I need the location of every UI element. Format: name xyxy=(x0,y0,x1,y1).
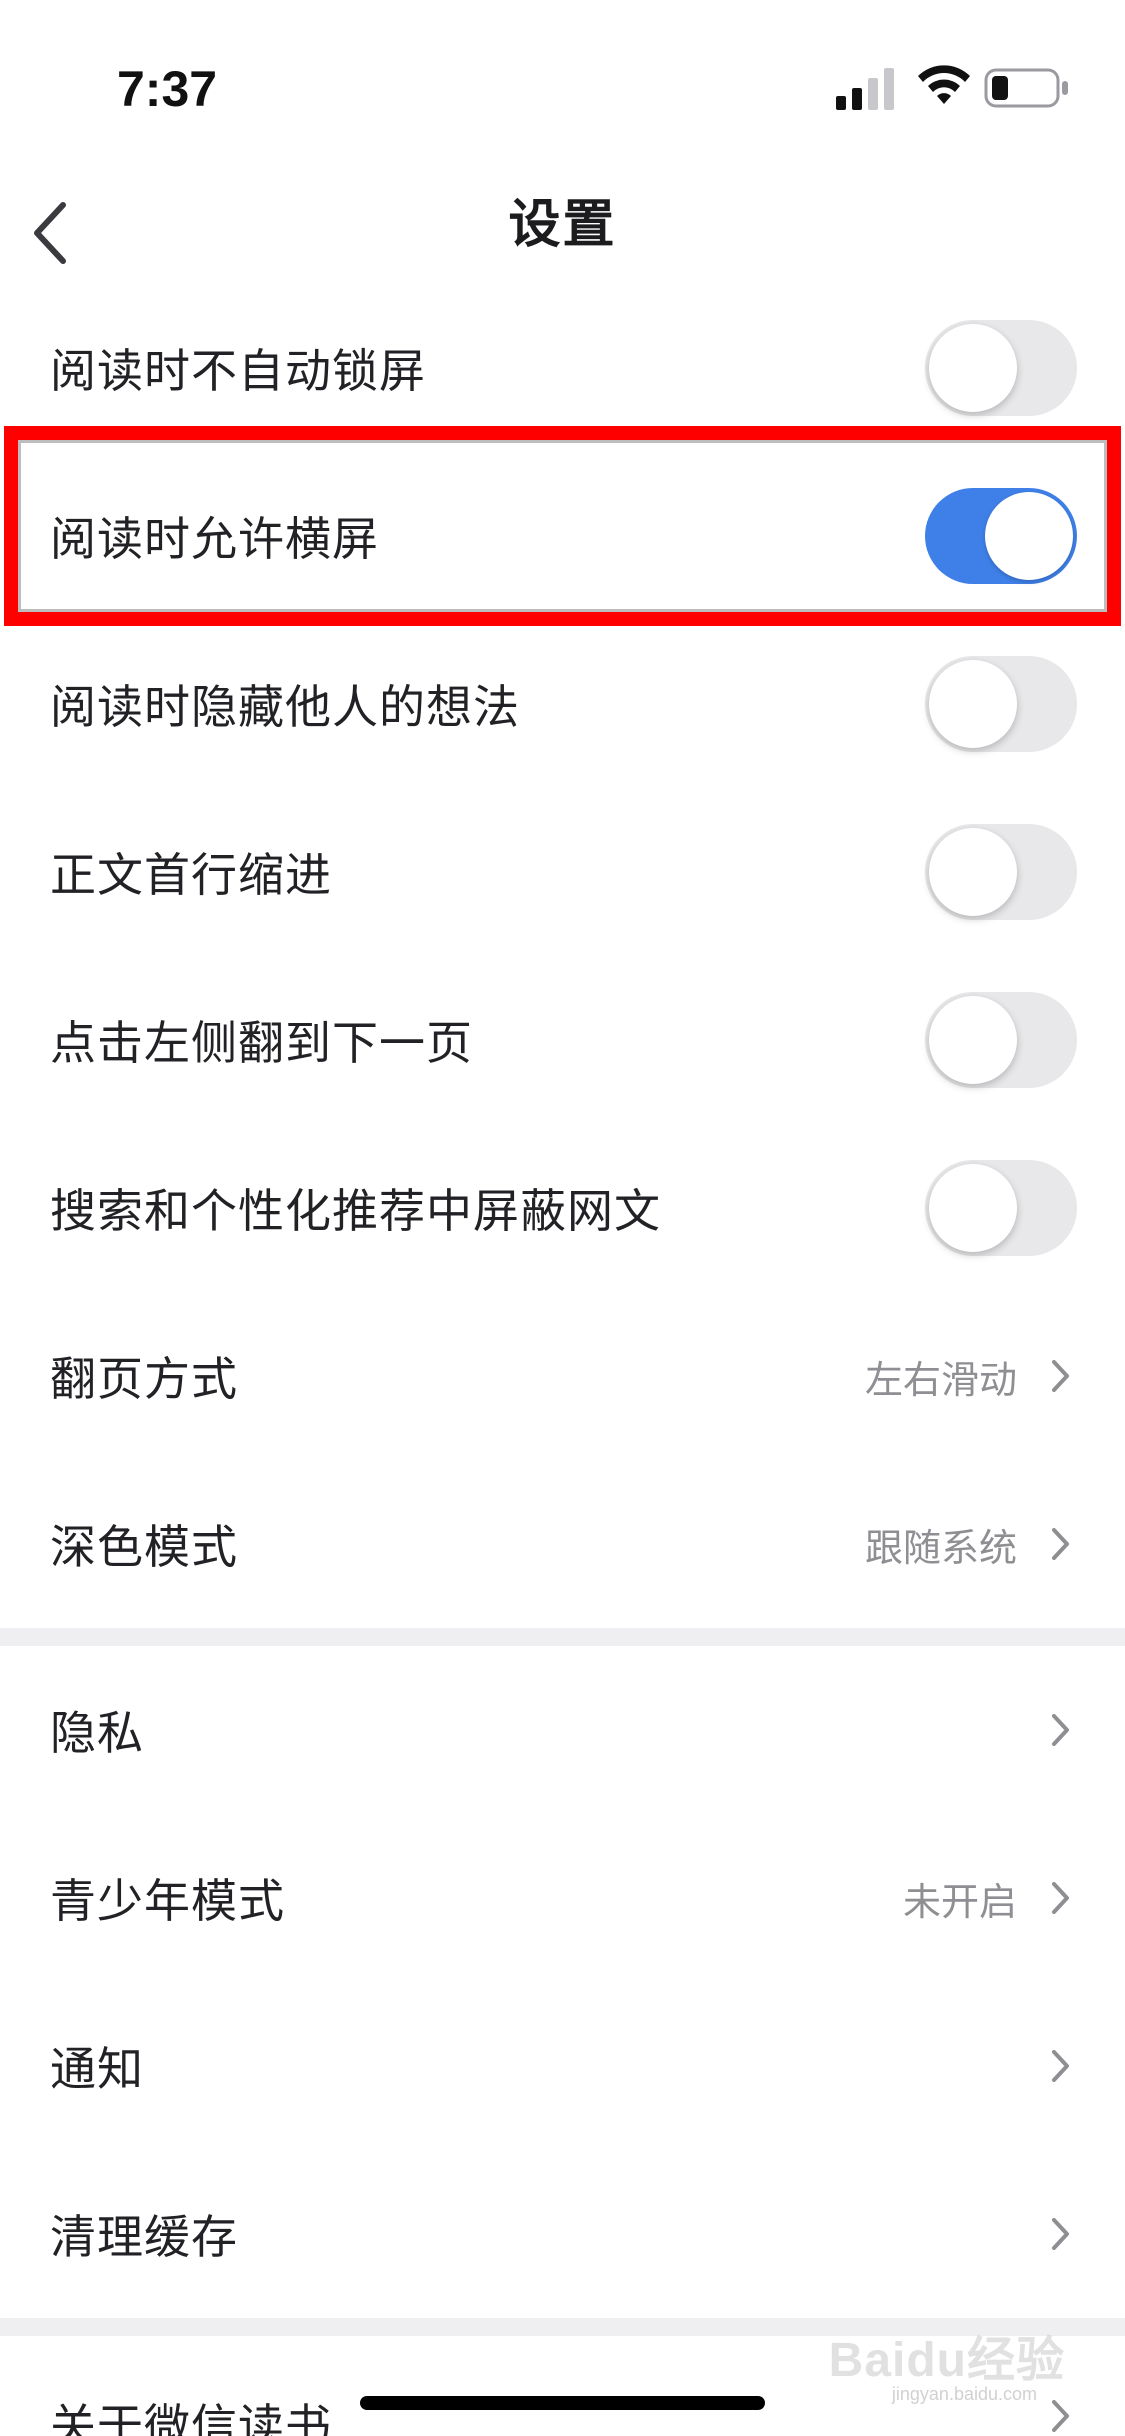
toggle-no-auto-lock[interactable] xyxy=(925,320,1077,416)
settings-section-general: 隐私 青少年模式 未开启 通知 清理缓存 xyxy=(0,1646,1125,2318)
chevron-right-icon xyxy=(1052,2400,1069,2432)
setting-row-privacy[interactable]: 隐私 xyxy=(0,1646,1125,1814)
setting-row-page-turn-mode[interactable]: 翻页方式 左右滑动 xyxy=(0,1292,1125,1460)
toggle-block-web-novels[interactable] xyxy=(925,1160,1077,1256)
chevron-right-icon xyxy=(1052,1882,1069,1914)
wifi-icon xyxy=(918,65,970,104)
setting-label: 点击左侧翻到下一页 xyxy=(50,1016,473,1070)
home-indicator[interactable] xyxy=(360,2396,765,2410)
chevron-right-icon xyxy=(1052,1714,1069,1746)
toggle-knob xyxy=(929,996,1017,1084)
setting-label: 深色模式 xyxy=(50,1520,238,1574)
section-divider xyxy=(0,1628,1125,1646)
setting-label: 阅读时不自动锁屏 xyxy=(50,344,426,398)
watermark-url: jingyan.baidu.com xyxy=(891,2384,1037,2404)
setting-label: 青少年模式 xyxy=(50,1874,285,1928)
status-time: 7:37 xyxy=(117,61,218,117)
toggle-knob xyxy=(929,1164,1017,1252)
setting-row-first-line-indent: 正文首行缩进 xyxy=(0,788,1125,956)
toggle-knob xyxy=(929,324,1017,412)
setting-value: 左右滑动 xyxy=(864,1357,1017,1402)
setting-row-dark-mode[interactable]: 深色模式 跟随系统 xyxy=(0,1460,1125,1628)
toggle-hide-thoughts[interactable] xyxy=(925,656,1077,752)
toggle-tap-left-next-page[interactable] xyxy=(925,992,1077,1088)
toggle-knob xyxy=(929,660,1017,748)
chevron-right-icon xyxy=(1052,1360,1069,1392)
setting-row-hide-thoughts: 阅读时隐藏他人的想法 xyxy=(0,620,1125,788)
chevron-right-icon xyxy=(1052,2050,1069,2082)
watermark: Baidu经验 xyxy=(828,2334,1065,2387)
chevron-right-icon xyxy=(1052,2218,1069,2250)
chevron-right-icon xyxy=(1052,1528,1069,1560)
toggle-knob xyxy=(929,828,1017,916)
setting-label: 搜索和个性化推荐中屏蔽网文 xyxy=(50,1184,661,1238)
setting-label: 阅读时隐藏他人的想法 xyxy=(50,680,520,734)
setting-row-teen-mode[interactable]: 青少年模式 未开启 xyxy=(0,1814,1125,1982)
setting-row-tap-left-next-page: 点击左侧翻到下一页 xyxy=(0,956,1125,1124)
setting-label: 关于微信读书 xyxy=(50,2399,332,2436)
battery-low-icon xyxy=(984,68,1068,108)
setting-label: 正文首行缩进 xyxy=(50,848,332,902)
setting-label: 翻页方式 xyxy=(50,1352,238,1406)
setting-label: 清理缓存 xyxy=(50,2210,238,2264)
setting-label: 通知 xyxy=(50,2042,144,2096)
status-bar: 7:37 xyxy=(0,0,1125,170)
setting-row-clear-cache[interactable]: 清理缓存 xyxy=(0,2150,1125,2318)
setting-value: 跟随系统 xyxy=(864,1525,1017,1570)
toggle-first-line-indent[interactable] xyxy=(925,824,1077,920)
highlight-annotation xyxy=(4,426,1121,626)
setting-value: 未开启 xyxy=(902,1879,1017,1924)
setting-row-block-web-novels: 搜索和个性化推荐中屏蔽网文 xyxy=(0,1124,1125,1292)
setting-row-notifications[interactable]: 通知 xyxy=(0,1982,1125,2150)
page-title: 设置 xyxy=(508,195,617,255)
setting-label: 隐私 xyxy=(50,1706,144,1760)
